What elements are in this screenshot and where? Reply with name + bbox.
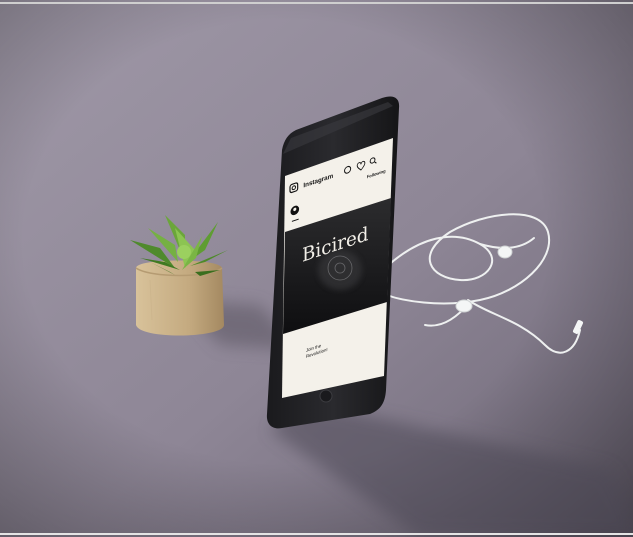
home-button xyxy=(319,389,333,403)
phone-screen: Instagram Following Bicired Join the Rev… xyxy=(282,138,393,398)
photo-canvas: Instagram Following Bicired Join the Rev… xyxy=(0,0,633,537)
earbud-left xyxy=(455,299,473,313)
smartphone: Instagram Following Bicired Join the Rev… xyxy=(266,96,400,429)
photo-scene: Instagram Following Bicired Join the Rev… xyxy=(0,0,633,537)
earbud-right xyxy=(497,245,513,259)
